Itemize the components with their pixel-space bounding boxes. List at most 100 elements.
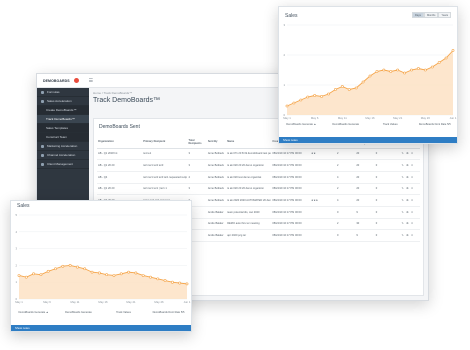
data-point [285, 104, 289, 108]
table-cell: 08/24/19 10:17 PM [271, 183, 295, 196]
sidebar-item-icon [41, 99, 44, 103]
data-point [178, 281, 182, 285]
sidebar-item[interactable]: Formulas [37, 88, 89, 97]
x-tick-label: May 11 [338, 116, 347, 120]
x-tick-label: May 21 [393, 116, 403, 120]
data-point [382, 68, 386, 72]
data-point [354, 86, 358, 90]
data-point [149, 275, 152, 279]
breadcrumb[interactable]: Home / Track DemoBoards™ [93, 91, 132, 95]
row-actions[interactable]: ✎ ⧉ ✕ [400, 229, 420, 242]
table-cell: ter1 ter1 ter1 | ter1 1 [142, 183, 188, 196]
data-point [327, 92, 330, 96]
show-notes-link[interactable]: Show notes [11, 325, 191, 331]
sidebar-item-icon [41, 162, 44, 166]
page-title: Track DemoBoards™ [93, 97, 161, 104]
sidebar-item-label: Formulas [47, 90, 60, 94]
x-tick-label: May 21 [126, 300, 136, 304]
row-actions[interactable]: ✎ ⧉ ✕ [400, 194, 420, 207]
data-point [83, 267, 87, 271]
show-notes-link[interactable]: Show notes [279, 137, 457, 143]
range-toggle-months[interactable]: Months [423, 12, 439, 18]
legend-item[interactable]: DemoBoards Dont Rate 5/5 [146, 311, 191, 314]
row-actions[interactable]: ✎ ⧉ ✕ [400, 218, 420, 231]
table-cell: 20 [355, 171, 375, 184]
chart-legend: DemoBoards Generate ▲ DemoBoards Generate… [279, 123, 457, 126]
chart-title: Sales [17, 203, 30, 209]
table-cell: AB - Q1 2018 Int [97, 148, 143, 161]
table-row[interactable]: AB - Q1 20 20 ter1 ter1 ter2 ter3 3 Anne Bo… [97, 159, 420, 172]
row-actions[interactable]: ✎ ⧉ ✕ [400, 183, 420, 196]
column-header[interactable]: Primary Recipient [142, 136, 188, 149]
data-point [170, 280, 174, 284]
sidebar-item[interactable]: Client Management [37, 160, 89, 169]
x-tick-label: Jun 1 [450, 116, 457, 120]
sidebar-item[interactable]: Track DemoBoards™ [37, 115, 89, 124]
table-row[interactable]: AB - Q1 20 20 ter1 ter1 ter1 | ter1 1 3 Ann… [97, 183, 420, 196]
x-tick-label: May 1 [15, 300, 23, 304]
row-actions[interactable]: ✎ ⧉ ✕ [400, 206, 420, 219]
data-point [340, 85, 344, 88]
table-cell: 2 [335, 159, 356, 172]
table-cell: 08/24/19 10:17 PM [271, 206, 295, 219]
range-toggle-days[interactable]: Days [412, 12, 424, 18]
data-point [320, 95, 323, 98]
data-point [444, 56, 448, 60]
table-cell: 0 [335, 206, 356, 219]
chart-legend: DemoBoards Generate ▲ DemoBoards Generate… [11, 311, 191, 314]
sidebar-item[interactable]: Marketing Acceleration [37, 142, 89, 151]
sidebar-item[interactable]: Sales Templates [37, 124, 89, 133]
column-header[interactable]: Sent By [206, 136, 227, 149]
table-cell: 2 [335, 148, 356, 161]
series-area [19, 265, 187, 299]
table-cell: 00:00 [294, 229, 311, 242]
table-row[interactable]: AB - Q1 2018 Int te1 te1 3 Anne Botbeck ts a… [97, 148, 420, 161]
column-header[interactable]: Organization [97, 136, 143, 149]
table-cell: Anne Botbeck [206, 159, 227, 172]
sidebar-item-label: Construct Team [46, 135, 67, 139]
column-header[interactable]: Name [226, 136, 272, 149]
legend-item[interactable]: Track Values [101, 311, 146, 314]
menu-toggle-icon[interactable]: ☰ [89, 78, 93, 84]
row-actions[interactable]: ✎ ⧉ ✕ [400, 148, 420, 161]
sidebar-item-icon [41, 153, 44, 157]
column-header[interactable]: Total Recipients [187, 136, 207, 149]
sales-chart-card-left: Sales 0 1 2 3 4 5 May 1 May 6 May 11 May 16 May 21… [10, 200, 192, 332]
legend-item[interactable]: DemoBoards Generate [324, 123, 369, 126]
y-tick-label: 3 [15, 247, 17, 251]
data-point [368, 74, 372, 78]
sidebar-item[interactable]: Channel Acceleration [37, 151, 89, 160]
legend-item[interactable]: DemoBoards Generate ▲ [279, 123, 324, 126]
x-tick-label: May 11 [71, 300, 80, 304]
table-cell: 9 [355, 206, 375, 219]
table-cell: ts ak 020 20 20 demo organizat [226, 183, 272, 196]
table-cell: 08/24/19 10:17 PM [271, 194, 295, 207]
legend-item[interactable]: Track Values [368, 123, 413, 126]
data-point [105, 273, 109, 277]
table-cell: 20 [355, 148, 375, 161]
engagement-stars [310, 171, 336, 184]
data-point [417, 67, 420, 70]
legend-item[interactable]: DemoBoards Generate [56, 311, 101, 314]
engagement-stars [310, 206, 336, 219]
sidebar-item[interactable]: Sales Acceleration [37, 97, 89, 106]
table-cell: 0 [374, 206, 401, 219]
chart-title: Sales [285, 13, 298, 19]
data-point [410, 68, 413, 72]
table-cell: Anne Botbeck [206, 183, 227, 196]
sidebar-item[interactable]: Construct Team [37, 133, 89, 142]
row-actions[interactable]: ✎ ⧉ ✕ [400, 159, 420, 172]
data-point [68, 264, 72, 267]
range-toggle-years[interactable]: Years [438, 12, 451, 18]
sidebar-item[interactable]: Create DemoBoards™ [37, 106, 89, 115]
legend-item[interactable]: DemoBoards Generate ▲ [11, 311, 56, 314]
app-logo[interactable]: DEMOBOARDS [43, 79, 70, 83]
row-actions[interactable]: ✎ ⧉ ✕ [400, 171, 420, 184]
sales-chart-card-right: Sales Days Months Years 0 1 2 3 May 1 May 6 May … [278, 6, 458, 144]
legend-item[interactable]: DemoBoards Dont Rate 5/5 [413, 123, 458, 126]
x-tick-label: May 6 [311, 116, 319, 120]
data-point [292, 101, 296, 105]
table-cell: DEMO auto thru ter meeting [226, 218, 272, 231]
table-row[interactable]: AB - Q4 ter1 ter1 ter2 ter3 ter1 requeste… [97, 171, 420, 184]
data-point [112, 274, 116, 277]
